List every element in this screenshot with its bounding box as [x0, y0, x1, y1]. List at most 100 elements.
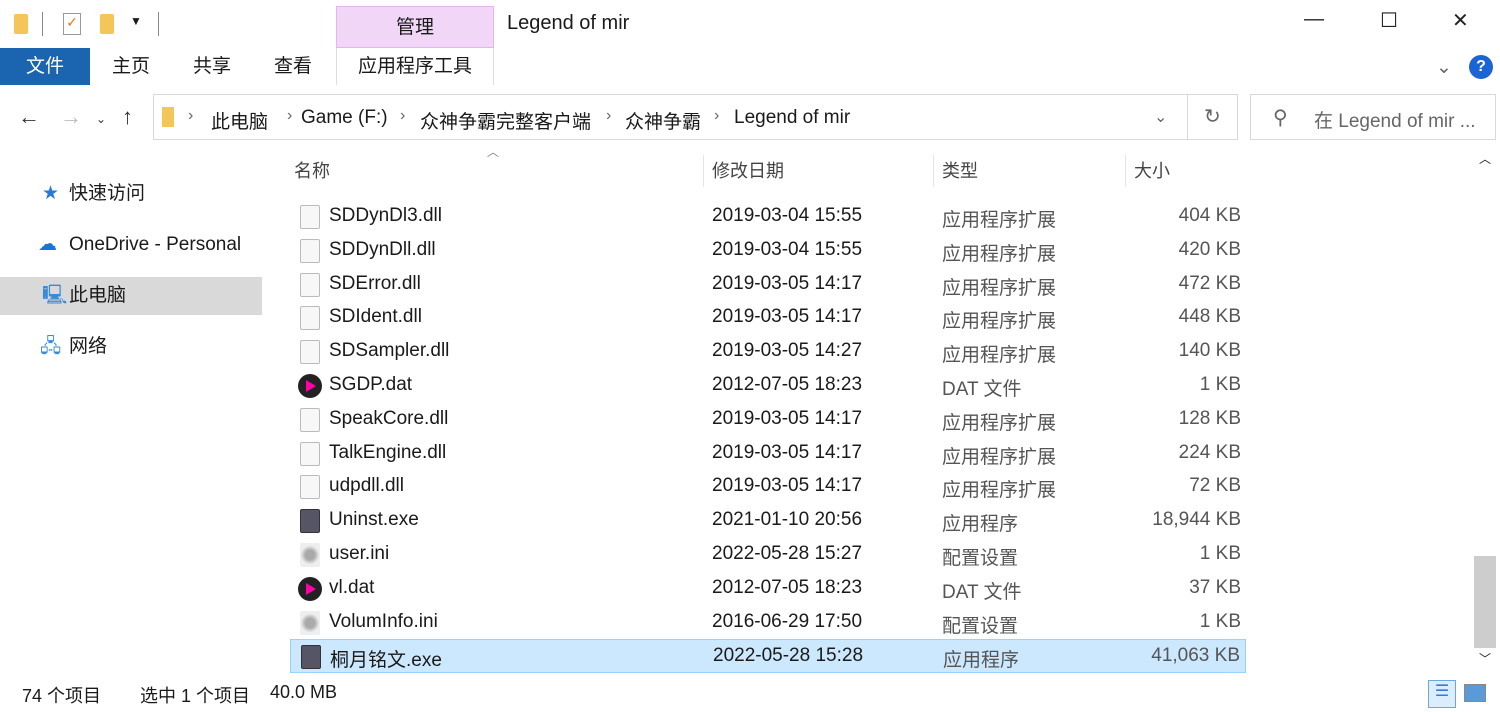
divider[interactable]: [1125, 155, 1126, 187]
divider: [1187, 95, 1188, 139]
file-type: 应用程序扩展: [942, 480, 1057, 502]
close-button[interactable]: ✕: [1452, 8, 1469, 33]
file-type: 应用程序: [943, 650, 1020, 672]
dll-file-icon: [300, 238, 320, 263]
file-size: 18,944 KB: [1152, 509, 1241, 531]
file-date: 2019-03-05 14:17: [712, 306, 863, 328]
crumb-this-pc[interactable]: 此电脑: [211, 107, 268, 134]
maximize-button[interactable]: ☐: [1380, 8, 1398, 33]
customize-toolbar-icon[interactable]: ▼: [130, 14, 142, 28]
tab-file[interactable]: 文件: [0, 48, 90, 85]
file-row[interactable]: udpdll.dll 2019-03-05 14:17 应用程序扩展 72 KB: [290, 470, 1246, 504]
divider[interactable]: [933, 155, 934, 187]
file-type: 应用程序扩展: [942, 412, 1057, 434]
expand-ribbon-icon[interactable]: ⌄: [1436, 56, 1452, 79]
file-type: 应用程序扩展: [942, 345, 1057, 367]
crumb-current[interactable]: Legend of mir: [734, 107, 850, 129]
file-name: SpeakCore.dll: [329, 407, 449, 429]
file-row[interactable]: VolumInfo.ini 2016-06-29 17:50 配置设置 1 KB: [290, 606, 1246, 640]
sidebar-item-label: 网络: [69, 336, 108, 357]
file-row[interactable]: SGDP.dat 2012-07-05 18:23 DAT 文件 1 KB: [290, 369, 1246, 403]
sidebar-item-onedrive[interactable]: ☁ OneDrive - Personal: [0, 226, 262, 264]
recent-locations-icon[interactable]: ⌄: [96, 112, 106, 126]
file-row[interactable]: SDDynDl3.dll 2019-03-04 15:55 应用程序扩展 404…: [290, 200, 1246, 234]
exe-file-icon: [301, 645, 321, 670]
file-date: 2022-05-28 15:28: [713, 645, 864, 667]
dll-file-icon: [300, 340, 320, 365]
file-name: vl.dat: [329, 576, 375, 598]
file-row[interactable]: SpeakCore.dll 2019-03-05 14:17 应用程序扩展 12…: [290, 403, 1246, 437]
dll-file-icon: [300, 441, 320, 466]
file-row[interactable]: SDSampler.dll 2019-03-05 14:27 应用程序扩展 14…: [290, 335, 1246, 369]
divider: [42, 12, 43, 36]
crumb-game[interactable]: 众神争霸: [625, 107, 701, 134]
tab-home[interactable]: 主页: [95, 48, 167, 85]
address-dropdown-icon[interactable]: ⌄: [1154, 107, 1167, 127]
file-row[interactable]: vl.dat 2012-07-05 18:23 DAT 文件 37 KB: [290, 572, 1246, 606]
file-name: TalkEngine.dll: [329, 441, 447, 463]
tab-app-tools[interactable]: 应用程序工具: [336, 48, 494, 85]
file-date: 2019-03-04 15:55: [712, 238, 863, 260]
file-row[interactable]: 桐月铭文.exe 2022-05-28 15:28 应用程序 41,063 KB: [290, 639, 1246, 674]
minimize-button[interactable]: —: [1304, 8, 1324, 31]
search-box[interactable]: ⚲ 在 Legend of mir ...: [1250, 94, 1496, 140]
file-type: 应用程序扩展: [942, 311, 1057, 333]
column-header-name[interactable]: 名称: [294, 157, 330, 183]
selection-size: 40.0 MB: [270, 682, 338, 702]
tab-view[interactable]: 查看: [257, 48, 329, 85]
file-row[interactable]: TalkEngine.dll 2019-03-05 14:17 应用程序扩展 2…: [290, 437, 1246, 471]
file-row[interactable]: SDError.dll 2019-03-05 14:17 应用程序扩展 472 …: [290, 268, 1246, 302]
search-icon: ⚲: [1273, 107, 1288, 129]
file-size: 37 KB: [1189, 576, 1241, 598]
crumb-drive[interactable]: Game (F:): [301, 107, 388, 129]
properties-icon[interactable]: ✓: [63, 13, 81, 35]
file-row[interactable]: SDIdent.dll 2019-03-05 14:17 应用程序扩展 448 …: [290, 301, 1246, 335]
file-row[interactable]: SDDynDll.dll 2019-03-04 15:55 应用程序扩展 420…: [290, 234, 1246, 268]
file-type: 应用程序扩展: [942, 210, 1057, 231]
dll-file-icon: [300, 475, 320, 500]
dll-file-icon: [300, 272, 320, 297]
scroll-up-icon[interactable]: ︿: [1479, 150, 1491, 167]
column-header-type[interactable]: 类型: [942, 157, 978, 183]
file-type: 应用程序扩展: [942, 277, 1057, 299]
new-folder-icon[interactable]: [100, 14, 114, 34]
file-name: 桐月铭文.exe: [330, 650, 442, 672]
tab-share[interactable]: 共享: [176, 48, 248, 85]
file-date: 2022-05-28 15:27: [712, 543, 863, 564]
file-date: 2019-03-05 14:27: [712, 340, 863, 362]
cloud-icon: ☁: [38, 234, 57, 255]
file-size: 224 KB: [1178, 441, 1241, 463]
chevron-icon: ›: [188, 107, 194, 124]
large-icons-view-button[interactable]: [1464, 684, 1486, 702]
crumb-client[interactable]: 众神争霸完整客户端: [420, 107, 591, 134]
file-row[interactable]: Uninst.exe 2021-01-10 20:56 应用程序 18,944 …: [290, 504, 1246, 538]
sidebar-item-network[interactable]: 🖧 网络: [0, 328, 262, 366]
column-header-date[interactable]: 修改日期: [712, 157, 784, 183]
sidebar-item-this-pc[interactable]: 🖳 此电脑: [0, 277, 262, 315]
ini-file-icon: [300, 610, 320, 635]
file-date: 2019-03-05 14:17: [712, 272, 863, 294]
file-row[interactable]: user.ini 2022-05-28 15:27 配置设置 1 KB: [290, 538, 1246, 572]
network-icon: 🖧: [40, 336, 62, 357]
file-type: 配置设置: [942, 615, 1019, 637]
column-header-size[interactable]: 大小: [1134, 157, 1170, 183]
address-bar[interactable]: › 此电脑 › Game (F:) › 众神争霸完整客户端 › 众神争霸 › L…: [153, 94, 1238, 140]
sort-ascending-icon: ︿: [487, 145, 500, 159]
up-button[interactable]: ↑: [122, 104, 133, 130]
refresh-button[interactable]: ↻: [1204, 104, 1221, 129]
sidebar-item-quick-access[interactable]: ★ 快速访问: [0, 175, 262, 213]
file-size: 140 KB: [1178, 340, 1241, 362]
folder-icon: [14, 14, 28, 34]
forward-button[interactable]: →: [60, 104, 82, 130]
file-name: SGDP.dat: [329, 374, 413, 395]
file-size: 1 KB: [1199, 543, 1241, 564]
file-date: 2016-06-29 17:50: [712, 610, 863, 632]
scrollbar-thumb[interactable]: [1474, 556, 1496, 648]
search-placeholder: 在 Legend of mir ...: [1314, 111, 1476, 132]
scroll-down-icon[interactable]: ﹀: [1479, 650, 1491, 667]
back-button[interactable]: ←: [18, 104, 40, 130]
details-view-button[interactable]: ☰: [1428, 680, 1456, 708]
divider[interactable]: [703, 155, 704, 187]
exe-file-icon: [300, 509, 320, 534]
help-icon[interactable]: ?: [1469, 55, 1493, 79]
